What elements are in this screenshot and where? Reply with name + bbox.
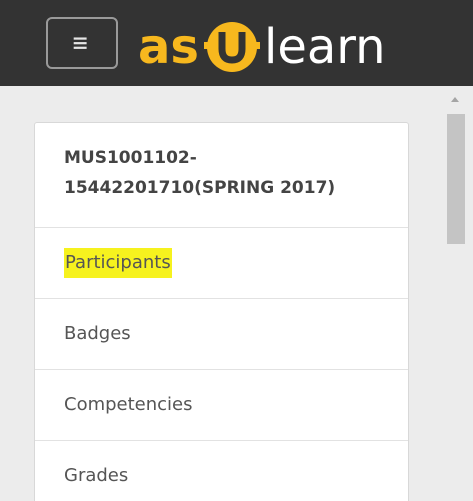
- hamburger-menu-icon: [73, 37, 87, 49]
- scroll-up-arrow-icon[interactable]: [451, 97, 459, 102]
- course-nav-list: Participants Badges Competencies Grades: [35, 228, 408, 501]
- course-navigation-block: MUS1001102- 15442201710(SPRING 2017) Par…: [34, 122, 409, 501]
- logo-u-mark: [204, 22, 260, 72]
- top-navbar: as learn: [0, 0, 473, 86]
- nav-item-competencies-label: Competencies: [64, 394, 193, 415]
- nav-item-participants[interactable]: Participants: [35, 228, 408, 299]
- nav-item-badges[interactable]: Badges: [35, 299, 408, 370]
- course-title-line-1: MUS1001102-: [64, 148, 197, 168]
- content-area: MUS1001102- 15442201710(SPRING 2017) Par…: [0, 86, 473, 501]
- course-title-link[interactable]: MUS1001102- 15442201710(SPRING 2017): [35, 123, 408, 228]
- course-title-line-2: 15442201710(SPRING 2017): [64, 178, 336, 198]
- nav-item-grades-label: Grades: [64, 465, 129, 486]
- vertical-scrollbar[interactable]: [437, 86, 473, 501]
- menu-toggle-button[interactable]: [46, 17, 118, 69]
- nav-item-badges-label: Badges: [64, 323, 131, 344]
- logo-graphic: as learn: [138, 19, 386, 75]
- nav-item-competencies[interactable]: Competencies: [35, 370, 408, 441]
- app-window: as learn MUS1001102- 15442201710(SPRING …: [0, 0, 473, 501]
- logo-text-learn: learn: [264, 19, 386, 75]
- scrollbar-thumb[interactable]: [447, 114, 465, 244]
- asu-learn-logo[interactable]: as learn: [138, 6, 420, 80]
- logo-text-as: as: [138, 19, 199, 75]
- nav-item-participants-label: Participants: [64, 248, 172, 278]
- nav-item-grades[interactable]: Grades: [35, 441, 408, 501]
